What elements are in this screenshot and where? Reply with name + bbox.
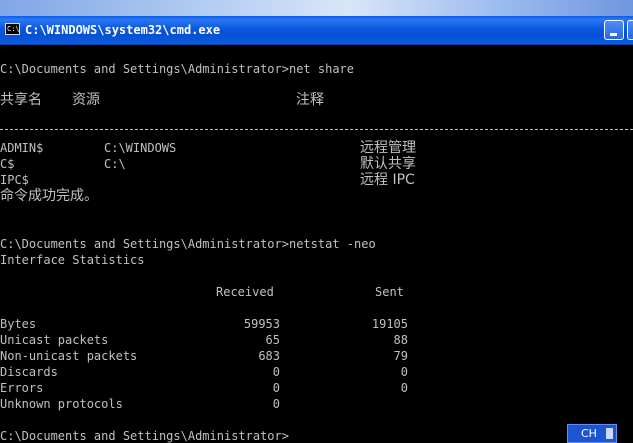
stats-label: Non-unicast packets: [0, 349, 138, 363]
stats-row: Unknown protocols 0: [0, 396, 633, 412]
share-resource: C:\WINDOWS: [104, 141, 177, 155]
window-title: C:\WINDOWS\system32\cmd.exe: [25, 23, 221, 37]
command-result: 命令成功完成。: [0, 188, 98, 204]
stats-sent: 79: [393, 349, 408, 363]
command-prompt: C:\Documents and Settings\Administrator>…: [0, 237, 376, 251]
stats-sent: 0: [400, 381, 408, 395]
stats-received: 0: [272, 381, 280, 395]
column-header-share-name: 共享名: [0, 92, 42, 108]
share-row: IPC$ 远程 IPC: [0, 172, 633, 188]
stats-received: 65: [265, 333, 280, 347]
desktop-background: [0, 0, 633, 16]
stats-label: Discards: [0, 365, 58, 379]
stats-row: Unicast packets 65 88: [0, 332, 633, 348]
share-name: ADMIN$: [0, 141, 44, 155]
column-header-resource: 资源: [72, 92, 100, 108]
stats-row: Discards 0 0: [0, 364, 633, 380]
stats-received: 683: [258, 349, 280, 363]
language-indicator[interactable]: CH: [567, 424, 617, 443]
stats-label: Bytes: [0, 317, 37, 331]
share-remark: 默认共享: [360, 156, 416, 172]
share-row: C$ C:\ 默认共享: [0, 156, 633, 172]
separator-line: [0, 129, 633, 131]
stats-label: Unknown protocols: [0, 397, 123, 411]
command-prompt: C:\Documents and Settings\Administrator>…: [0, 62, 355, 76]
share-table-header: 共享名 资源 注释: [0, 92, 633, 108]
stats-received: 0: [272, 397, 280, 411]
stats-sent: 88: [393, 333, 408, 347]
command-prompt-current[interactable]: C:\Documents and Settings\Administrator>: [0, 428, 633, 443]
stats-header: Received Sent: [0, 284, 633, 300]
share-name: IPC$: [0, 173, 29, 187]
window-titlebar[interactable]: C:\ C:\WINDOWS\system32\cmd.exe: [0, 16, 633, 45]
share-remark: 远程 IPC: [360, 172, 415, 188]
language-menu-icon: [606, 428, 613, 439]
stats-sent: 0: [400, 365, 408, 379]
minimize-button[interactable]: [604, 20, 624, 40]
stats-row: Errors 0 0: [0, 380, 633, 396]
stats-title: Interface Statistics: [0, 253, 145, 267]
stats-row: Non-unicast packets 683 79: [0, 348, 633, 364]
share-name: C$: [0, 157, 15, 171]
cmd-icon: C:\: [5, 23, 20, 35]
console-output[interactable]: C:\Documents and Settings\Administrator>…: [0, 45, 633, 443]
column-header-sent: Sent: [375, 285, 404, 299]
stats-row: Bytes 59953 19105: [0, 316, 633, 332]
share-row: ADMIN$ C:\WINDOWS 远程管理: [0, 140, 633, 156]
share-remark: 远程管理: [360, 140, 416, 156]
stats-label: Unicast packets: [0, 333, 109, 347]
stats-received: 59953: [243, 317, 280, 331]
column-header-remark: 注释: [296, 92, 324, 108]
column-header-received: Received: [216, 285, 274, 299]
share-resource: C:\: [104, 157, 126, 171]
stats-sent: 19105: [371, 317, 408, 331]
language-code: CH: [581, 427, 597, 440]
stats-label: Errors: [0, 381, 44, 395]
stats-received: 0: [272, 365, 280, 379]
maximize-button[interactable]: [627, 20, 633, 40]
